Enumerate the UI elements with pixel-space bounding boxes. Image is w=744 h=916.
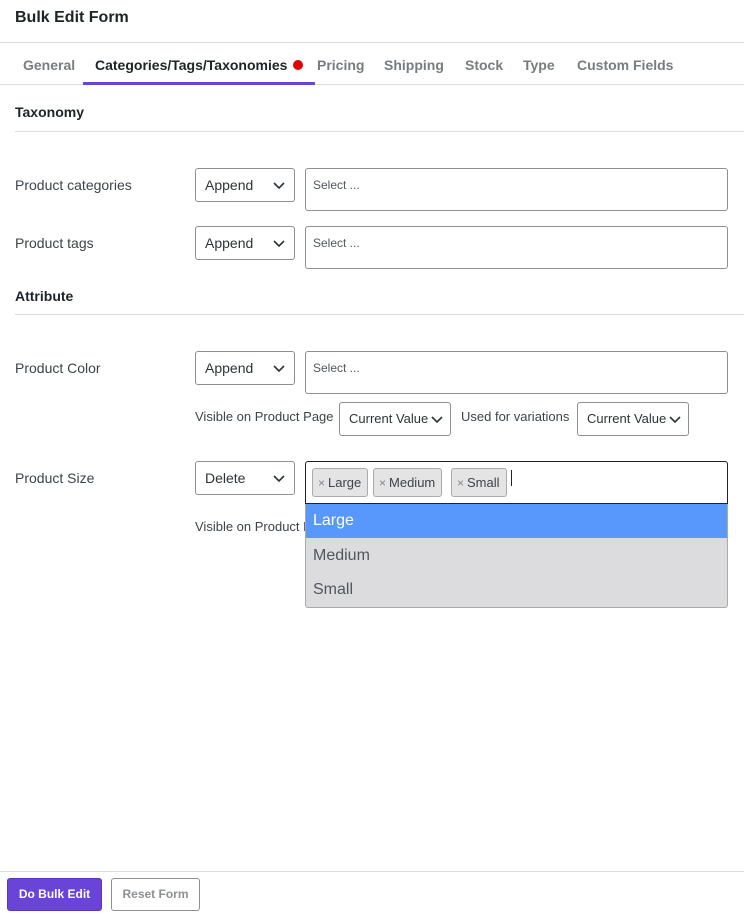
select-value: Current Value [349, 411, 429, 426]
product-color-select[interactable]: Select ... [305, 351, 728, 394]
remove-tag-icon[interactable]: × [457, 476, 464, 490]
product-color-label: Product Color [15, 360, 101, 376]
text-cursor [511, 470, 512, 486]
dropdown-option-small[interactable]: Small [306, 573, 727, 607]
form-footer: Do Bulk Edit Reset Form [0, 871, 744, 916]
select-value: Append [205, 235, 254, 251]
used-for-variations-label: Used for variations [461, 409, 570, 424]
tab-pricing[interactable]: Pricing [317, 43, 364, 85]
tab-type[interactable]: Type [523, 43, 555, 85]
remove-tag-icon[interactable]: × [318, 476, 325, 490]
tab-bar: General Categories/Tags/Taxonomies Prici… [0, 43, 744, 85]
attribute-section-title: Attribute [15, 288, 74, 304]
size-visible-on-product-page-label: Visible on Product P [195, 519, 312, 534]
taxonomy-section-title: Taxonomy [15, 104, 84, 120]
chevron-down-icon [273, 475, 285, 483]
selected-tag-small[interactable]: × Small [451, 468, 507, 497]
product-tags-action-select[interactable]: Append [195, 226, 295, 260]
dropdown-option-large[interactable]: Large [306, 504, 727, 538]
chevron-down-icon [431, 416, 443, 424]
tag-label: Large [328, 475, 362, 490]
product-size-dropdown: Large Medium Small [305, 504, 728, 608]
product-categories-select[interactable]: Select ... [305, 168, 728, 211]
chevron-down-icon [273, 365, 285, 373]
product-categories-action-select[interactable]: Append [195, 168, 295, 202]
selected-tag-large[interactable]: × Large [312, 468, 369, 497]
do-bulk-edit-button[interactable]: Do Bulk Edit [7, 878, 102, 911]
dropdown-option-medium[interactable]: Medium [306, 539, 727, 573]
color-visible-select[interactable]: Current Value [339, 402, 451, 436]
tab-label: Categories/Tags/Taxonomies [95, 57, 288, 73]
form-header: Bulk Edit Form [0, 0, 744, 43]
visible-on-product-page-label: Visible on Product Page [195, 409, 334, 424]
section-divider [15, 131, 744, 132]
product-categories-label: Product categories [15, 177, 132, 193]
tab-shipping[interactable]: Shipping [384, 43, 444, 85]
form-title: Bulk Edit Form [15, 9, 129, 26]
select-value: Append [205, 360, 254, 376]
tab-general[interactable]: General [23, 43, 75, 85]
select-value: Append [205, 177, 254, 193]
remove-tag-icon[interactable]: × [379, 476, 386, 490]
selected-tag-medium[interactable]: × Medium [373, 468, 443, 497]
tab-categories-tags-taxonomies[interactable]: Categories/Tags/Taxonomies [83, 43, 316, 85]
select-value: Delete [205, 470, 246, 486]
select-placeholder: Select ... [313, 361, 360, 375]
reset-form-button[interactable]: Reset Form [111, 878, 200, 911]
product-color-action-select[interactable]: Append [195, 351, 295, 385]
changes-indicator-dot [293, 60, 304, 70]
product-tags-select[interactable]: Select ... [305, 226, 728, 269]
tab-custom-fields[interactable]: Custom Fields [577, 43, 673, 85]
tag-label: Small [467, 475, 500, 490]
section-divider [15, 314, 744, 315]
select-placeholder: Select ... [313, 236, 360, 250]
product-size-action-select[interactable]: Delete [195, 461, 295, 495]
chevron-down-icon [273, 182, 285, 190]
product-tags-label: Product tags [15, 235, 94, 251]
tab-stock[interactable]: Stock [465, 43, 503, 85]
chevron-down-icon [669, 416, 681, 424]
tag-label: Medium [389, 475, 436, 490]
product-size-multiselect[interactable]: × Large × Medium × Small [305, 461, 728, 504]
select-placeholder: Select ... [313, 178, 360, 192]
color-variations-select[interactable]: Current Value [577, 402, 689, 436]
select-value: Current Value [587, 411, 667, 426]
chevron-down-icon [273, 240, 285, 248]
product-size-label: Product Size [15, 470, 95, 486]
